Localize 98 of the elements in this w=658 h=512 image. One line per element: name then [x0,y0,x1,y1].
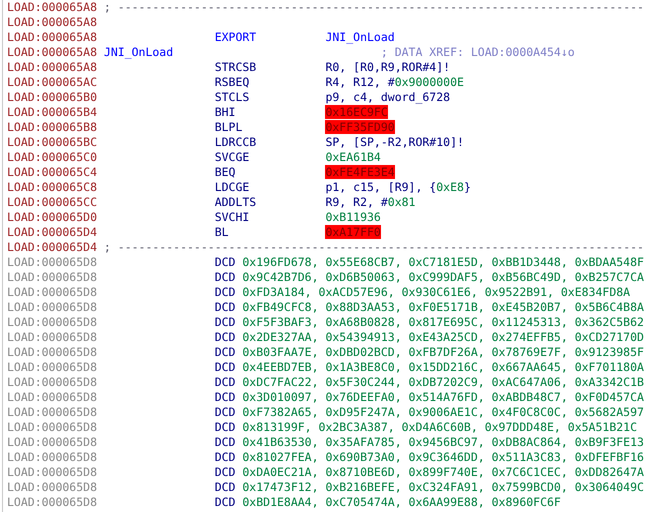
operand-text: 0xF7382A65, 0xD95F247A, 0x9006AE1C, 0x4F0C8C0C, 0x5682A597 [242,405,644,420]
operand-text: 0xB11936 [325,210,381,225]
mnemonic-text: DCD [214,495,236,510]
operand-text: R0, [R0,R9,ROR#4]! [325,60,450,75]
operand-text: 0xFD3A184, 0xACD57E96, 0x930C61E6, 0x9522B91, 0xE834FD8A [242,285,630,300]
address-text: LOAD:000065BC [7,135,98,150]
address-text: LOAD:000065B0 [7,90,98,105]
operand-text: 0xDC7FAC22, 0x5F30C244, 0xDB7202C9, 0xAC647A06, 0xA3342C1B [242,375,644,390]
address-text: LOAD:000065D8 [7,375,98,390]
mnemonic-text: DCD [214,480,236,495]
operand-text: JNI_OnLoad [325,30,395,45]
address-text: LOAD:000065D4 [7,240,98,255]
mnemonic-text: SVCHI [214,210,250,225]
separator-line: ; ---------------------------------------------------------------------------- [104,240,644,255]
separator-line: ; ---------------------------------------------------------------------------- [104,0,644,15]
mnemonic-text: LDRCCB [214,135,258,150]
mnemonic-text: STCLS [214,90,250,105]
mnemonic-text: DCD [214,435,236,450]
mnemonic-text: DCD [214,375,236,390]
operand-text: p1, c15, [R9], {0xE8} [325,180,471,195]
mnemonic-text: BEQ [214,165,236,180]
address-text: LOAD:000065A8 [7,30,98,45]
xref-comment: ; DATA XREF: LOAD:0000A454↓o [380,45,575,60]
mnemonic-text: DCD [214,390,236,405]
mnemonic-text: DCD [214,360,236,375]
address-text: LOAD:000065D8 [7,255,98,270]
address-text: LOAD:000065AC [7,75,98,90]
operand-text: 0xFE4FE3E4 [325,165,395,180]
mnemonic-text: SVCGE [214,150,250,165]
operand-text: 0x196FD678, 0x55E68CB7, 0xC7181E5D, 0xBB1D3448, 0xBDAA548F [242,255,644,270]
address-text: LOAD:000065C4 [7,165,98,180]
operand-text: 0xEA61B4 [325,150,381,165]
operand-text: 0xFF35FD90 [325,120,395,135]
address-text: LOAD:000065A8 [7,60,98,75]
mnemonic-text: DCD [214,315,236,330]
mnemonic-text: DCD [214,450,236,465]
address-text: LOAD:000065C0 [7,150,98,165]
mnemonic-text: RSBEQ [214,75,250,90]
address-text: LOAD:000065D8 [7,495,98,510]
mnemonic-text: DCD [214,330,236,345]
operand-text: 0xA17FF0 [325,225,381,240]
address-text: LOAD:000065D8 [7,390,98,405]
address-text: LOAD:000065B4 [7,105,98,120]
operand-text: SP, [SP,-R2,ROR#10]! [325,135,464,150]
address-text: LOAD:000065D8 [7,285,98,300]
address-text: LOAD:000065A8 [7,15,98,30]
operand-text: 0x16EC9FC [325,105,388,120]
mnemonic-text: LDCGE [214,180,250,195]
address-text: LOAD:000065A8 [7,45,98,60]
address-text: LOAD:000065CC [7,195,98,210]
address-text: LOAD:000065D8 [7,300,98,315]
operand-text: 0xFB49CFC8, 0x88D3AA53, 0xF0E5171B, 0xE45B20B7, 0x5B6C4B8A [242,300,644,315]
address-text: LOAD:000065D8 [7,360,98,375]
operand-text: 0xDA0EC21A, 0x8710BE6D, 0x899F740E, 0x7C6C1CEC, 0xDD82647A [242,465,644,480]
operand-text: 0x81027FEA, 0x690B73A0, 0x9C3646DD, 0x511A3C83, 0xDFEFBF16 [242,450,644,465]
mnemonic-text: BL [214,225,230,240]
mnemonic-text: DCD [214,285,236,300]
mnemonic-text: DCD [214,420,236,435]
operand-text: 0x41B63530, 0x35AFA785, 0x9456BC97, 0xDB8AC864, 0xB9F3FE13 [242,435,644,450]
address-text: LOAD:000065D8 [7,270,98,285]
mnemonic-text: DCD [214,405,236,420]
address-text: LOAD:000065D8 [7,345,98,360]
operand-text: 0xB03FAA7E, 0xDBD02BCD, 0xFB7DF26A, 0x78769E7F, 0x9123985F [242,345,644,360]
mnemonic-text: EXPORT [214,30,258,45]
operand-text: 0x3D010097, 0x76DEEFA0, 0x514A76FD, 0xABDB48C7, 0xF0D457CA [242,390,644,405]
address-text: LOAD:000065B8 [7,120,98,135]
address-text: LOAD:000065D8 [7,330,98,345]
operand-text: R4, R12, #0x9000000E [325,75,464,90]
mnemonic-text: BLPL [214,120,244,135]
mnemonic-text: DCD [214,255,236,270]
mnemonic-text: DCD [214,270,236,285]
mnemonic-text: STRCSB [214,60,258,75]
operand-text: R9, R2, #0x81 [325,195,416,210]
address-text: LOAD:000065D8 [7,420,98,435]
address-text: LOAD:000065D8 [7,435,98,450]
address-text: LOAD:000065D0 [7,210,98,225]
mnemonic-text: DCD [214,465,236,480]
operand-text: 0x17473F12, 0xB216BEFE, 0xC324FA91, 0x7599BCD0, 0x3064049C [242,480,644,495]
operand-text: 0x2DE327AA, 0x54394913, 0xE43A25CD, 0x274EFFB5, 0xCD27170D [242,330,644,345]
address-text: LOAD:000065C8 [7,180,98,195]
operand-text: 0xBD1E8AA4, 0xC705474A, 0x6AA99E88, 0x8960FC6F [242,495,561,510]
operand-text: 0x4EEBD7EB, 0x1A3BE8C0, 0x15DD216C, 0x667AA645, 0xF701180A [242,360,644,375]
operand-text: 0x813199F, 0x2BC3A387, 0xD4A6C60B, 0x97DDD48E, 0x5A51B21C [242,420,638,435]
operand-text: 0x9C42B7D6, 0xD6B50063, 0xC999DAF5, 0xB56BC49D, 0xB257C7CA [242,270,644,285]
operand-text: p9, c4, dword_6728 [325,90,450,105]
mnemonic-text: ADDLTS [214,195,258,210]
address-text: LOAD:000065D8 [7,450,98,465]
address-text: LOAD:000065A8 [7,0,98,15]
mnemonic-text: DCD [214,300,236,315]
address-text: LOAD:000065D4 [7,225,98,240]
function-label: JNI_OnLoad [104,45,174,60]
address-text: LOAD:000065D8 [7,405,98,420]
address-text: LOAD:000065D8 [7,315,98,330]
address-text: LOAD:000065D8 [7,465,98,480]
mnemonic-text: DCD [214,345,236,360]
operand-text: 0xF5F3BAF3, 0xA68B0828, 0x817E695C, 0x11245313, 0x362C5B62 [242,315,644,330]
address-text: LOAD:000065D8 [7,480,98,495]
mnemonic-text: BHI [214,105,236,120]
